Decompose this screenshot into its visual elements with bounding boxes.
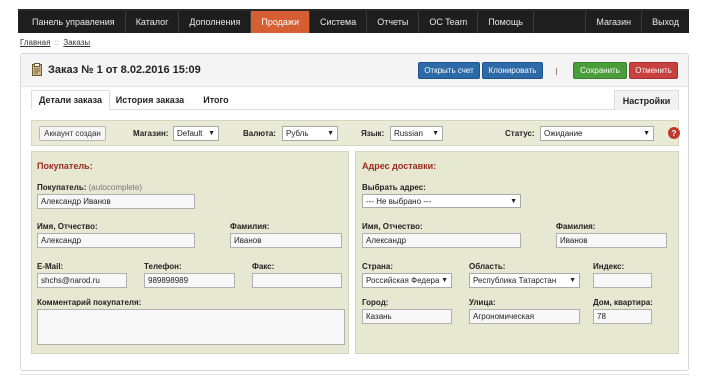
main-menu: Панель управления Каталог Дополнения Продаж…	[18, 11, 534, 33]
customer-label: Покупатель: (autocomplete)	[37, 183, 142, 192]
store-select-value: Default	[177, 129, 203, 138]
chevron-down-icon: ▼	[432, 130, 439, 137]
chevron-down-icon: ▼	[569, 277, 576, 284]
language-select-value: Russian	[394, 129, 423, 138]
region-select-value: Республика Татарстан	[473, 276, 557, 285]
tab-total[interactable]: Итого	[192, 90, 240, 110]
chevron-down-icon: ▼	[208, 130, 215, 137]
chevron-down-icon: ▼	[441, 277, 448, 284]
choose-address-select[interactable]: --- Не выбрано --- ▼	[362, 194, 521, 208]
clone-button[interactable]: Клонировать	[482, 62, 543, 79]
nav-item-1[interactable]: Каталог	[126, 11, 180, 33]
shipping-firstname-input[interactable]: Александр	[362, 233, 521, 248]
buyer-firstname-input[interactable]: Александр	[37, 233, 195, 248]
order-panel: Заказ № 1 от 8.02.2016 15:09 Открыть сче…	[20, 53, 689, 371]
status-label: Статус:	[505, 129, 535, 138]
country-select[interactable]: Российская Федера ▼	[362, 273, 452, 288]
tab-order-history[interactable]: История заказа	[110, 90, 190, 110]
customer-label-text: Покупатель:	[37, 183, 87, 192]
chevron-down-icon: ▼	[643, 130, 650, 137]
help-icon[interactable]: ?	[668, 127, 680, 139]
tab-order-details[interactable]: Детали заказа	[31, 90, 110, 110]
city-label: Город:	[362, 298, 389, 307]
breadcrumb-separator: ::	[54, 38, 60, 47]
breadcrumb-orders-link[interactable]: Заказы	[63, 38, 90, 47]
customer-autocomplete-hint: (autocomplete)	[88, 183, 142, 192]
account-created-button[interactable]: Аккаунт создан	[39, 126, 106, 141]
currency-select-value: Рубль	[286, 129, 309, 138]
phone-input[interactable]: 989898989	[144, 273, 235, 288]
nav-item-5[interactable]: Отчеты	[367, 11, 420, 33]
nav-item-2[interactable]: Дополнения	[179, 11, 252, 33]
comment-textarea[interactable]	[37, 309, 345, 345]
house-input[interactable]: 78	[593, 309, 652, 324]
choose-address-label: Выбрать адрес:	[362, 183, 426, 192]
status-select-value: Ожидание	[544, 129, 583, 138]
email-input[interactable]: shchs@narod.ru	[37, 273, 127, 288]
language-label: Язык:	[361, 129, 385, 138]
tab-bar: Детали заказа История заказа Итого Настр…	[31, 90, 679, 110]
nav-store-link[interactable]: Магазин	[585, 11, 641, 33]
region-label: Область:	[469, 262, 506, 271]
currency-select[interactable]: Рубль ▼	[282, 126, 338, 141]
currency-label: Валюта:	[243, 129, 276, 138]
buyer-lastname-input[interactable]: Иванов	[230, 233, 342, 248]
shipping-lastname-label: Фамилия:	[556, 222, 596, 231]
city-input[interactable]: Казань	[362, 309, 452, 324]
region-select[interactable]: Республика Татарстан ▼	[469, 273, 580, 288]
page-bottom-divider	[20, 374, 689, 375]
top-navigation-bar: Панель управления Каталог Дополнения Продаж…	[18, 9, 689, 33]
buyer-section: Покупатель: Покупатель: (autocomplete) А…	[31, 151, 349, 354]
store-select[interactable]: Default ▼	[173, 126, 219, 141]
status-select[interactable]: Ожидание ▼	[540, 126, 654, 141]
store-label: Магазин:	[133, 129, 169, 138]
shipping-firstname-label: Имя, Отчество:	[362, 222, 423, 231]
buyer-firstname-label: Имя, Отчество:	[37, 222, 98, 231]
email-label: E-Mail:	[37, 262, 64, 271]
order-filter-bar: Аккаунт создан Магазин: Default ▼ Валюта:…	[31, 120, 680, 146]
shipping-section: Адрес доставки: Выбрать адрес: --- Не вы…	[355, 151, 679, 354]
fax-input[interactable]	[252, 273, 342, 288]
buyer-section-title: Покупатель:	[37, 161, 93, 171]
buyer-lastname-label: Фамилия:	[230, 222, 270, 231]
panel-header: Заказ № 1 от 8.02.2016 15:09 Открыть сче…	[21, 54, 688, 87]
order-title: Заказ № 1 от 8.02.2016 15:09	[32, 63, 201, 76]
country-label: Страна:	[362, 262, 393, 271]
fax-label: Факс:	[252, 262, 275, 271]
order-title-text: Заказ № 1 от 8.02.2016 15:09	[48, 63, 201, 76]
nav-item-7[interactable]: Помощь	[478, 11, 534, 33]
save-button[interactable]: Сохранить	[573, 62, 627, 79]
chevron-down-icon: ▼	[510, 198, 517, 205]
street-input[interactable]: Агрономическая	[469, 309, 580, 324]
index-label: Индекс:	[593, 262, 625, 271]
phone-label: Телефон:	[144, 262, 182, 271]
header-divider	[556, 68, 557, 75]
nav-item-3[interactable]: Продажи	[251, 11, 310, 33]
nav-logout-link[interactable]: Выход	[641, 11, 689, 33]
shipping-section-title: Адрес доставки:	[362, 161, 437, 171]
choose-address-value: --- Не выбрано ---	[366, 196, 432, 206]
breadcrumb: Главная :: Заказы	[20, 38, 90, 47]
nav-item-4[interactable]: Система	[310, 11, 368, 33]
index-input[interactable]	[593, 273, 652, 288]
country-select-value: Российская Федера	[366, 276, 440, 285]
nav-item-6[interactable]: OC Team	[419, 11, 479, 33]
open-invoice-button[interactable]: Открыть счет	[418, 62, 480, 79]
clipboard-icon	[32, 63, 42, 76]
shipping-lastname-input[interactable]: Иванов	[556, 233, 667, 248]
house-label: Дом, квартира:	[593, 298, 653, 307]
cancel-button[interactable]: Отменить	[629, 62, 678, 79]
user-menu: Магазин Выход	[585, 11, 689, 33]
language-select[interactable]: Russian ▼	[390, 126, 443, 141]
tab-settings[interactable]: Настройки	[614, 90, 679, 110]
breadcrumb-home-link[interactable]: Главная	[20, 38, 50, 47]
nav-item-0[interactable]: Панель управления	[18, 11, 126, 33]
chevron-down-icon: ▼	[327, 130, 334, 137]
street-label: Улица:	[469, 298, 496, 307]
comment-label: Комментарий покупателя:	[37, 298, 142, 307]
customer-input[interactable]: Александр Иванов	[37, 194, 195, 209]
